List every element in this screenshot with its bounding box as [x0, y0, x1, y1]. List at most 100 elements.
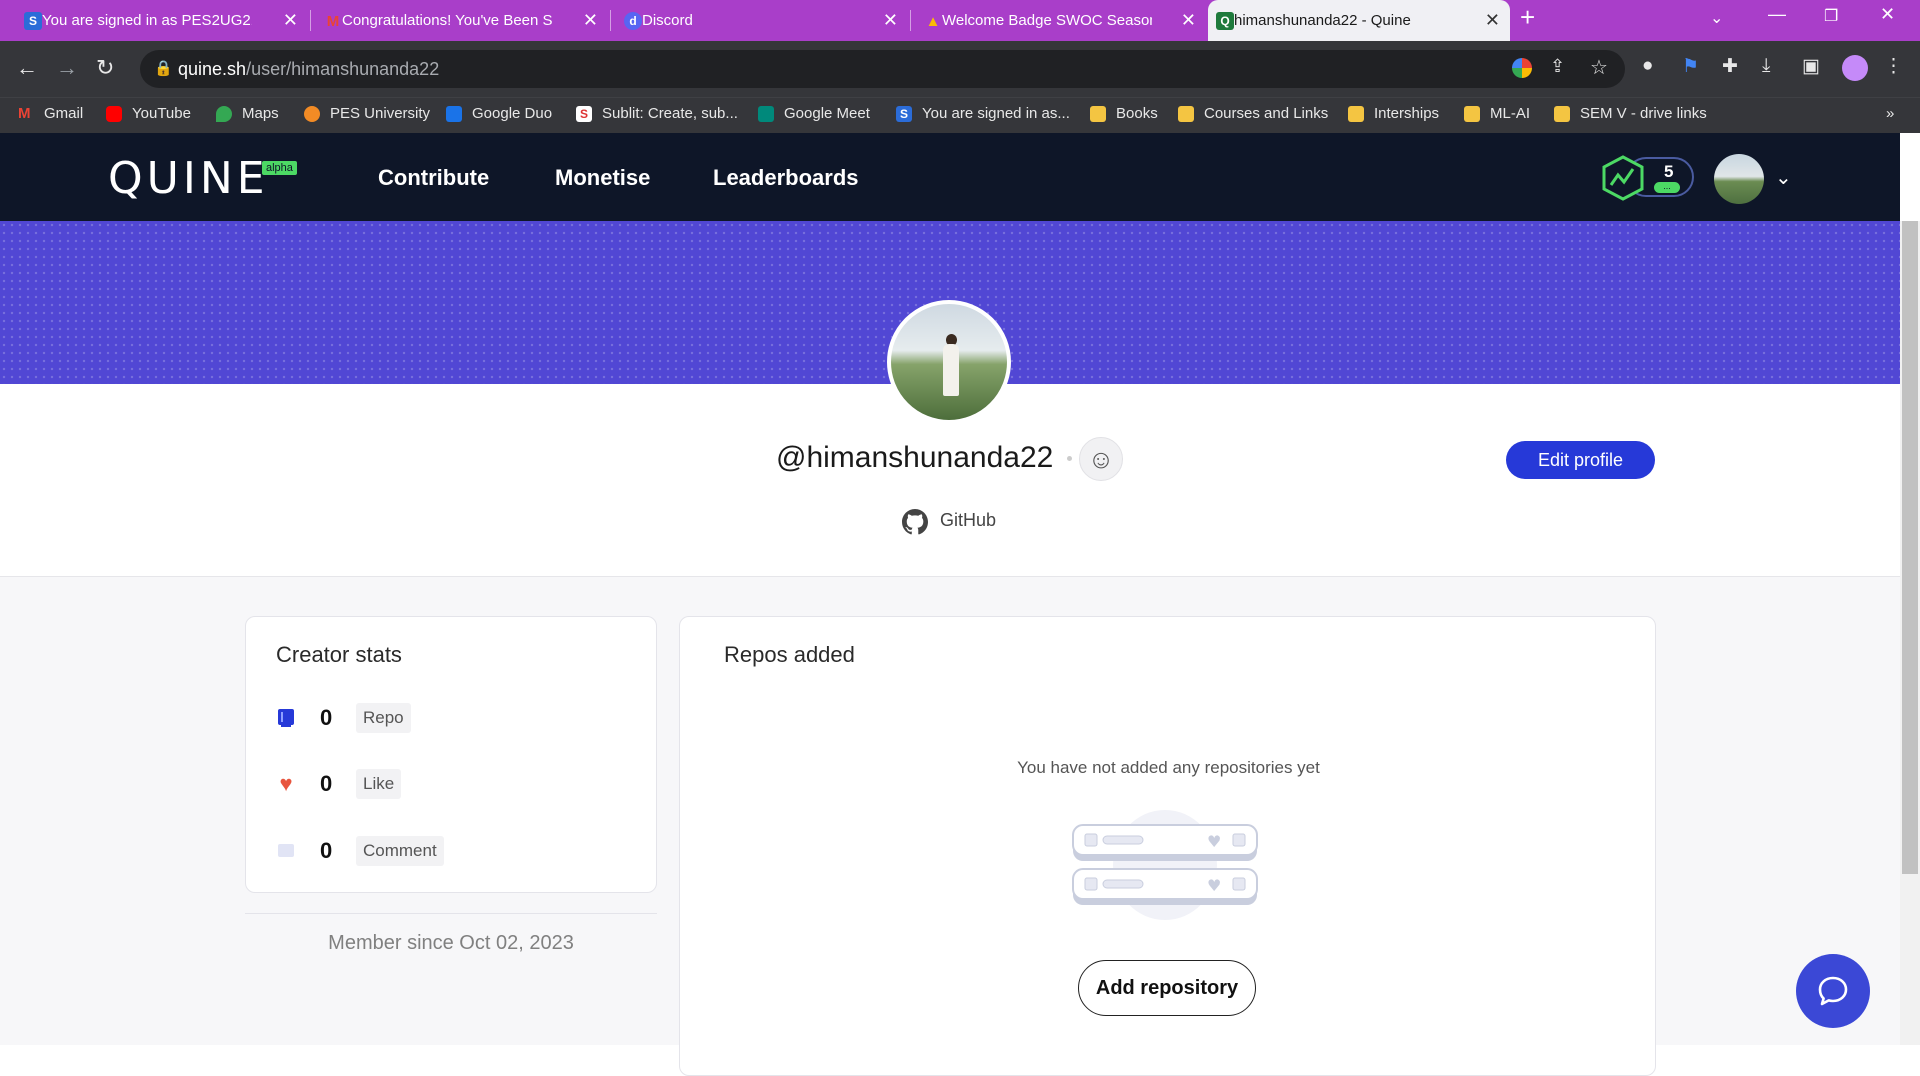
url-text: quine.sh/user/himanshunanda22 [178, 59, 440, 79]
empty-repos-illustration: ♥ ♥ [1072, 810, 1258, 920]
quine-logo[interactable]: QUINE [108, 153, 269, 204]
extensions-puzzle-icon[interactable]: ✚ [1722, 55, 1738, 78]
stat-label: Like [356, 769, 402, 799]
chevron-down-icon[interactable]: ⌄ [1775, 165, 1792, 190]
browser-tab[interactable]: S You are signed in as PES2UG21E ✕ [16, 0, 308, 41]
chat-bubble-icon [1818, 976, 1848, 1006]
sublit-icon: S [576, 105, 592, 122]
chat-support-button[interactable] [1796, 954, 1870, 1028]
github-icon[interactable] [902, 509, 928, 535]
sublit-icon: S [24, 12, 42, 30]
nav-leaderboards[interactable]: Leaderboards [713, 165, 859, 191]
stat-row-repo: 0 Repo [276, 702, 616, 734]
tab-search-icon[interactable]: ⌄ [1710, 8, 1723, 28]
forward-icon[interactable]: → [56, 55, 78, 81]
side-panel-icon[interactable]: ▣ [1802, 55, 1820, 78]
stat-value: 0 [320, 705, 333, 730]
tab-title: Welcome Badge SWOC Season [942, 12, 1152, 29]
bookmark-star-icon[interactable]: ☆ [1590, 55, 1608, 80]
extension-icon[interactable]: ⚑ [1682, 55, 1699, 78]
browser-tab[interactable]: d Discord ✕ [616, 0, 908, 41]
bookmark-gmail[interactable]: M Gmail [18, 105, 83, 122]
bookmark-sublit[interactable]: S Sublit: Create, sub... [576, 105, 738, 122]
back-icon[interactable]: ← [16, 55, 38, 81]
more-bookmarks-button[interactable]: » [1886, 105, 1894, 122]
gmail-icon: M [326, 12, 340, 30]
book-icon [276, 708, 296, 728]
stat-label: Comment [356, 836, 444, 866]
bookmark-maps[interactable]: Maps [216, 105, 279, 122]
nav-contribute[interactable]: Contribute [378, 165, 489, 191]
folder-icon [1554, 105, 1570, 122]
stat-label: Repo [356, 703, 411, 733]
google-lens-icon[interactable] [1512, 58, 1532, 78]
site-header: QUINE alpha Contribute Monetise Leaderbo… [0, 133, 1900, 221]
level-hexagon-icon[interactable] [1600, 155, 1646, 201]
empty-state-message: You have not added any repositories yet [1017, 758, 1320, 777]
close-window-icon[interactable]: ✕ [1880, 4, 1895, 25]
bookmark-signed-in[interactable]: S You are signed in as... [896, 105, 1070, 122]
profile-handle: @himanshunanda22 [776, 441, 1054, 474]
maps-icon [216, 105, 232, 122]
new-tab-button[interactable]: + [1520, 2, 1535, 33]
profile-avatar-icon[interactable] [1842, 55, 1868, 81]
svg-text:♥: ♥ [1207, 876, 1221, 895]
browser-tab[interactable]: M Congratulations! You've Been Se ✕ [316, 0, 608, 41]
tab-title: himanshunanda22 - Quine [1234, 12, 1411, 29]
nav-monetise[interactable]: Monetise [555, 165, 650, 191]
close-tab-icon[interactable]: ✕ [1485, 10, 1500, 31]
scrollbar-thumb[interactable] [1902, 221, 1918, 874]
github-link[interactable]: GitHub [940, 510, 996, 531]
duo-icon [446, 105, 462, 122]
bookmark-google-duo[interactable]: Google Duo [446, 105, 552, 122]
bookmark-pes-university[interactable]: PES University [304, 105, 430, 122]
alpha-badge: alpha [262, 161, 297, 175]
discord-icon: d [624, 12, 642, 30]
bookmark-folder-interships[interactable]: Interships [1348, 105, 1439, 122]
folder-icon [1348, 105, 1364, 122]
browser-tab[interactable]: ▲ Welcome Badge SWOC Season ✕ [916, 0, 1206, 41]
repos-added-title: Repos added [724, 642, 855, 667]
close-tab-icon[interactable]: ✕ [1181, 10, 1196, 31]
reload-icon[interactable]: ↻ [96, 55, 114, 81]
bookmark-folder-courses[interactable]: Courses and Links [1178, 105, 1328, 122]
download-icon[interactable]: ⤓ [1762, 55, 1770, 77]
bookmarks-bar: M Gmail YouTube Maps PES University Googl… [0, 97, 1920, 133]
tab-title: Discord [642, 12, 693, 29]
repos-added-card: Repos added You have not added any repos… [679, 616, 1656, 1076]
creator-stats-title: Creator stats [276, 642, 402, 667]
share-icon[interactable]: ⇪ [1550, 56, 1565, 77]
browser-toolbar: ← → ↻ 🔒 quine.sh/user/himanshunanda22 ⇪ … [0, 41, 1920, 97]
extension-icon[interactable]: ● [1642, 55, 1653, 77]
menu-kebab-icon[interactable]: ⋮ [1884, 55, 1903, 78]
restore-icon[interactable]: ❐ [1824, 6, 1838, 26]
bookmark-folder-books[interactable]: Books [1090, 105, 1158, 122]
stat-value: 0 [320, 838, 333, 863]
browser-tab-strip: S You are signed in as PES2UG21E ✕ M Con… [0, 0, 1920, 41]
folder-icon [1464, 105, 1480, 122]
minimize-icon[interactable]: — [1768, 4, 1786, 25]
close-tab-icon[interactable]: ✕ [883, 10, 898, 31]
add-repository-button[interactable]: Add repository [1078, 960, 1256, 1016]
close-tab-icon[interactable]: ✕ [583, 10, 598, 31]
bookmark-folder-sem-v[interactable]: SEM V - drive links [1554, 105, 1707, 122]
drive-icon: ▲ [925, 12, 941, 30]
bookmark-google-meet[interactable]: Google Meet [758, 105, 870, 122]
quine-icon: Q [1216, 12, 1234, 30]
bookmark-folder-ml-ai[interactable]: ML-AI [1464, 105, 1530, 122]
status-emoji-icon[interactable]: ☺ [1079, 437, 1123, 481]
stat-row-comment: 0 Comment [276, 835, 616, 867]
level-progress: ... [1654, 182, 1680, 193]
browser-tab-active[interactable]: Q himanshunanda22 - Quine ✕ [1208, 0, 1510, 41]
gmail-icon: M [18, 104, 31, 122]
bookmark-youtube[interactable]: YouTube [106, 105, 191, 122]
close-tab-icon[interactable]: ✕ [283, 10, 298, 31]
edit-profile-button[interactable]: Edit profile [1506, 441, 1655, 479]
divider [245, 913, 657, 914]
meet-icon [758, 105, 774, 122]
user-avatar[interactable] [1714, 154, 1764, 204]
creator-stats-card: Creator stats 0 Repo ♥ 0 Like 0 Comment [245, 616, 657, 893]
stat-row-like: ♥ 0 Like [276, 768, 616, 800]
lock-icon: 🔒 [154, 60, 173, 77]
address-bar[interactable]: 🔒 quine.sh/user/himanshunanda22 ⇪ ☆ [140, 50, 1625, 88]
